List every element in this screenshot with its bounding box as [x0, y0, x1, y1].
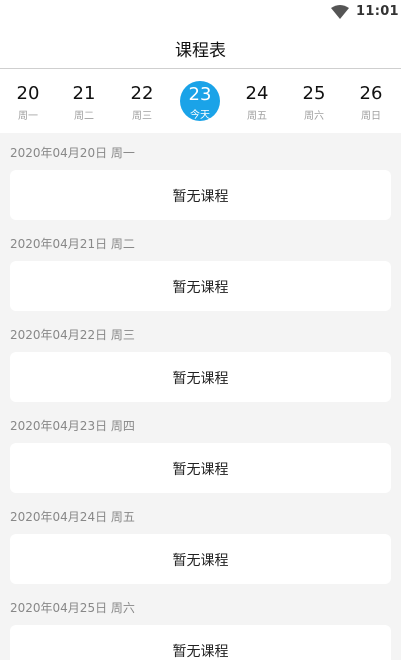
day-number: 20	[16, 83, 40, 104]
week-day-24[interactable]: 24 周五	[232, 69, 282, 133]
day-weekday: 周六	[304, 111, 324, 122]
status-bar: 11:01	[0, 0, 401, 24]
course-card[interactable]: 暂无课程	[10, 625, 391, 660]
day-number: 22	[130, 83, 154, 104]
course-card[interactable]: 暂无课程	[10, 443, 391, 493]
section-date: 2020年04月25日 周六	[10, 601, 135, 615]
day-weekday: 周一	[18, 111, 38, 122]
section-date: 2020年04月24日 周五	[10, 510, 135, 524]
course-card[interactable]: 暂无课程	[10, 261, 391, 311]
week-day-21[interactable]: 21 周二	[59, 69, 109, 133]
day-weekday: 周二	[74, 111, 94, 122]
empty-message: 暂无课程	[172, 553, 229, 569]
day-number: 25	[302, 83, 326, 104]
week-day-today[interactable]: 23 今天	[175, 69, 225, 133]
empty-message: 暂无课程	[172, 462, 229, 478]
week-day-20[interactable]: 20 周一	[3, 69, 53, 133]
day-weekday: 周五	[247, 111, 267, 122]
week-day-26[interactable]: 26 周日	[346, 69, 396, 133]
wifi-icon	[331, 5, 349, 19]
week-day-22[interactable]: 22 周三	[117, 69, 167, 133]
status-time: 11:01	[356, 4, 399, 19]
week-day-25[interactable]: 25 周六	[289, 69, 339, 133]
empty-message: 暂无课程	[172, 644, 229, 660]
page-title: 课程表	[175, 41, 226, 61]
empty-message: 暂无课程	[172, 371, 229, 387]
day-number: 23	[188, 84, 212, 105]
day-number: 21	[72, 83, 96, 104]
course-card[interactable]: 暂无课程	[10, 352, 391, 402]
day-number: 24	[245, 83, 269, 104]
section-date: 2020年04月20日 周一	[10, 146, 135, 160]
section-date: 2020年04月22日 周三	[10, 328, 135, 342]
app-header: 课程表	[0, 24, 401, 69]
day-number: 26	[359, 83, 383, 104]
empty-message: 暂无课程	[172, 280, 229, 296]
course-card[interactable]: 暂无课程	[10, 534, 391, 584]
day-weekday: 周日	[361, 111, 381, 122]
section-date: 2020年04月21日 周二	[10, 237, 135, 251]
empty-message: 暂无课程	[172, 189, 229, 205]
day-weekday: 今天	[190, 110, 210, 121]
day-weekday: 周三	[132, 111, 152, 122]
course-card[interactable]: 暂无课程	[10, 170, 391, 220]
week-strip: 20 周一 21 周二 22 周三 23 今天 24 周五 25 周六 26 周…	[0, 69, 401, 133]
schedule-list[interactable]: 2020年04月20日 周一 暂无课程 2020年04月21日 周二 暂无课程 …	[0, 133, 401, 660]
section-date: 2020年04月23日 周四	[10, 419, 135, 433]
